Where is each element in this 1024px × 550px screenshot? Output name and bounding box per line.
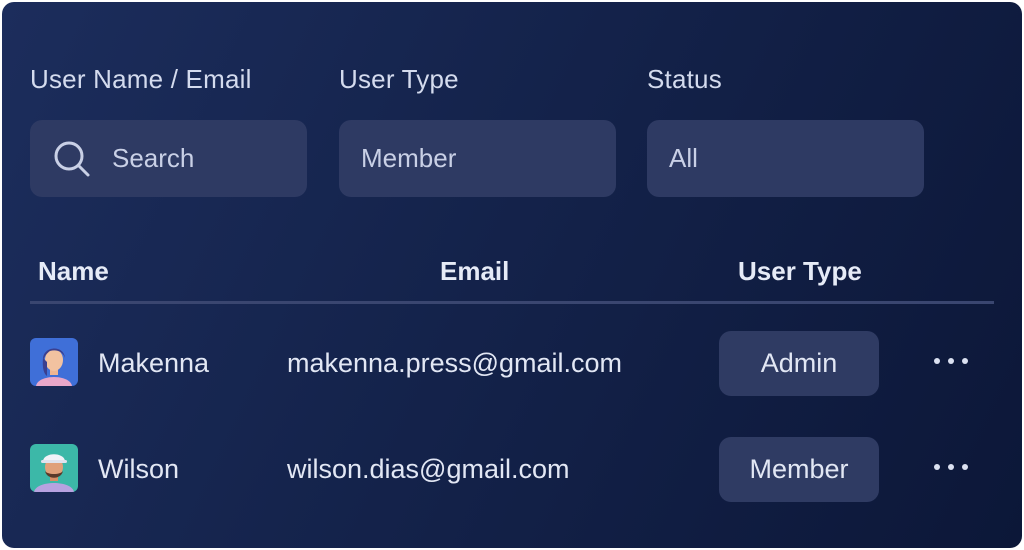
status-select[interactable]: All xyxy=(647,120,924,197)
avatar xyxy=(30,338,78,386)
user-name-email-label: User Name / Email xyxy=(30,64,252,94)
status-value: All xyxy=(669,143,698,173)
column-header-user-type: User Type xyxy=(738,256,862,286)
column-header-email: Email xyxy=(440,256,510,286)
more-horizontal-icon[interactable] xyxy=(934,457,968,477)
user-filter-card: User Name / Email User Type Status Searc… xyxy=(2,2,1022,548)
search-icon xyxy=(52,139,92,179)
table-row[interactable]: Makenna makenna.press@gmail.com Admin xyxy=(2,322,1022,402)
user-type-label: User Type xyxy=(339,64,459,94)
header-divider xyxy=(30,301,994,304)
user-type-value: Member xyxy=(361,143,457,173)
status-label: Status xyxy=(647,64,722,94)
search-placeholder: Search xyxy=(112,143,195,173)
user-type-badge[interactable]: Member xyxy=(719,437,879,502)
user-name: Makenna xyxy=(98,348,210,378)
user-type-select[interactable]: Member xyxy=(339,120,616,197)
avatar xyxy=(30,444,78,492)
search-input[interactable]: Search xyxy=(30,120,307,197)
user-email: wilson.dias@gmail.com xyxy=(287,454,570,484)
more-horizontal-icon[interactable] xyxy=(934,351,968,371)
user-email: makenna.press@gmail.com xyxy=(287,348,623,378)
user-name: Wilson xyxy=(98,454,180,484)
table-row[interactable]: Wilson wilson.dias@gmail.com Member xyxy=(2,428,1022,508)
column-header-name: Name xyxy=(38,256,109,286)
user-type-badge[interactable]: Admin xyxy=(719,331,879,396)
